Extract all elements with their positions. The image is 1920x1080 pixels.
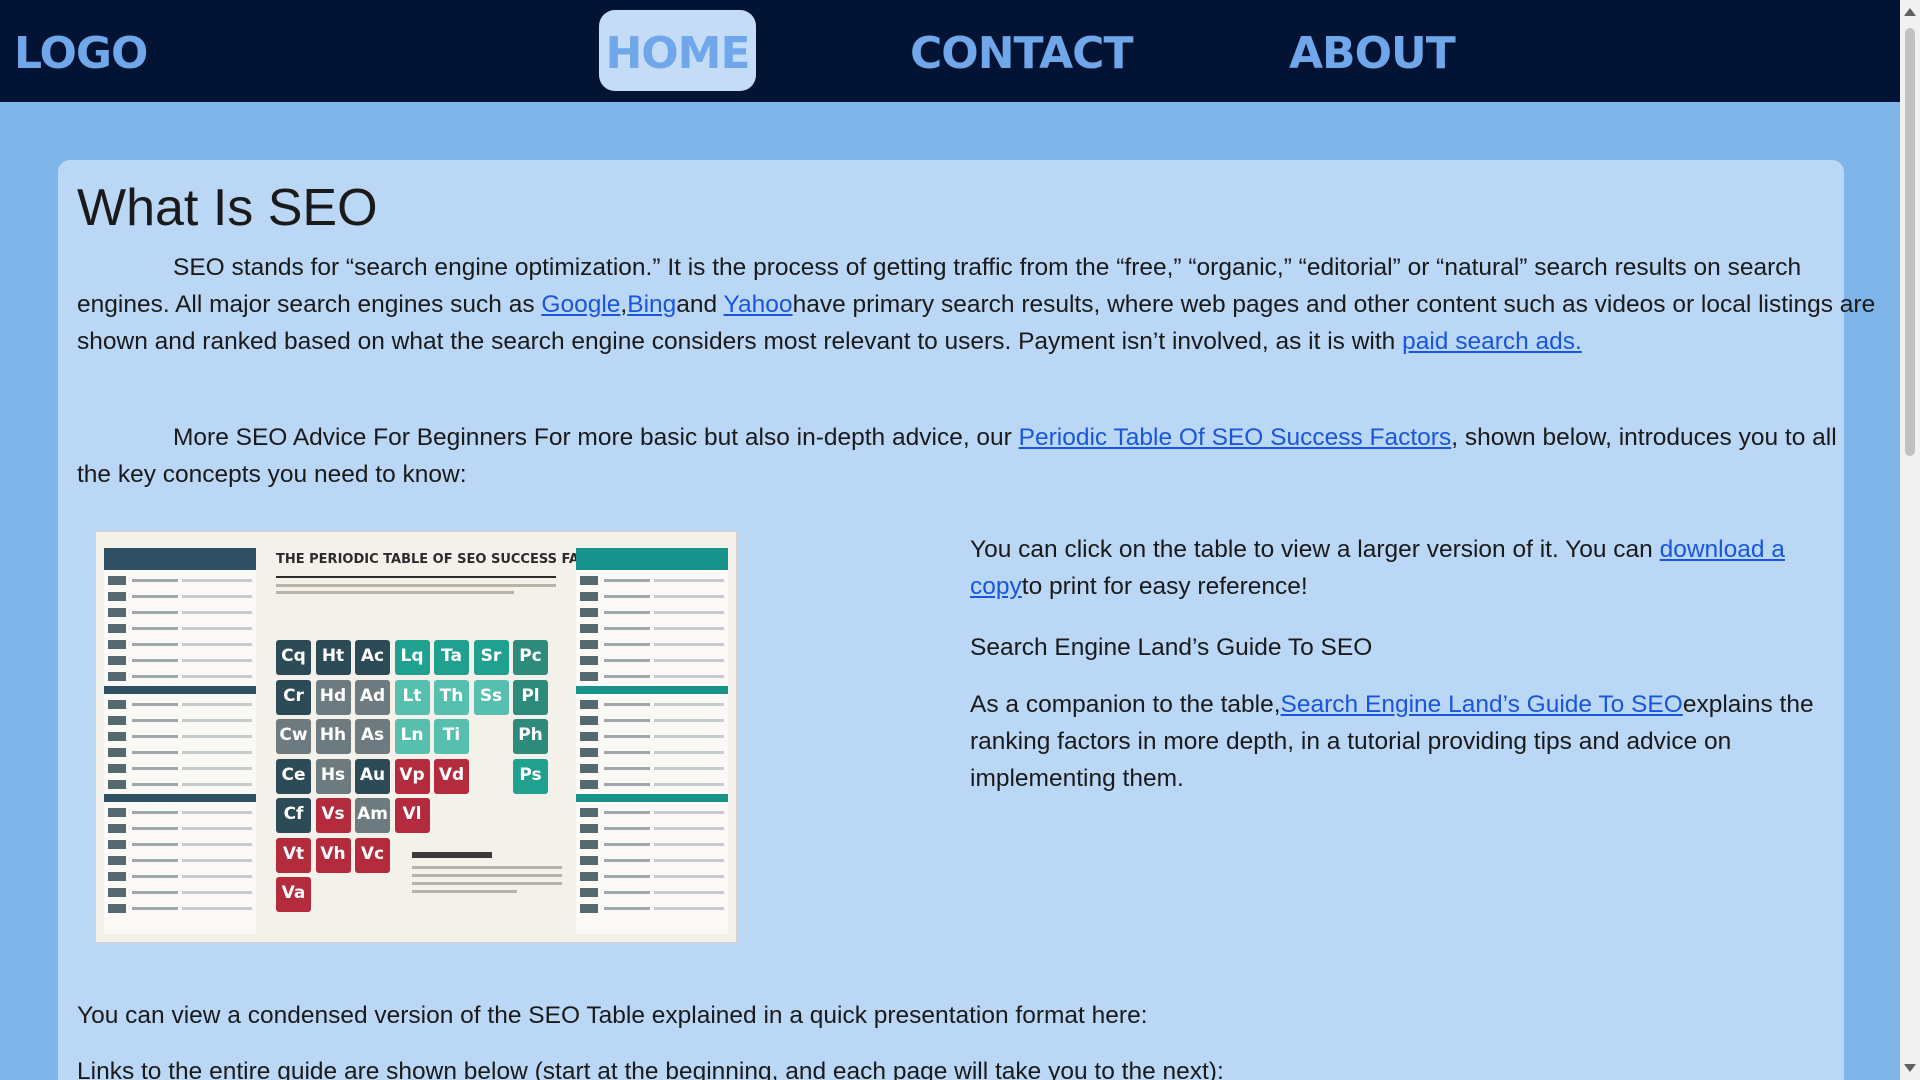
intro-and: and (676, 291, 724, 318)
yahoo-link[interactable]: Yahoo (724, 291, 793, 318)
content-card: What Is SEO SEO stands for “search engin… (58, 160, 1875, 1080)
element-tile: Vl (394, 798, 430, 833)
guide-description: As a companion to the table,Search Engin… (970, 686, 1820, 797)
element-tile: Ti (434, 719, 469, 754)
element-tile: Lq (394, 640, 430, 675)
table-click-info: You can click on the table to view a lar… (970, 531, 1820, 605)
element-tile: Ad (355, 679, 390, 715)
element-tile: Vh (315, 837, 351, 873)
element-tile: Cq (276, 640, 311, 675)
nav-contact-link[interactable]: CONTACT (910, 0, 1133, 102)
table-click-text: You can click on the table to view a lar… (970, 536, 1660, 563)
guide-text: As a companion to the table, (970, 691, 1281, 718)
element-tile: Vd (434, 758, 469, 794)
element-tile: As (355, 719, 390, 754)
element-tile: Au (355, 758, 390, 794)
factors-work-together-note (412, 852, 562, 922)
periodic-table-link[interactable]: Periodic Table Of SEO Success Factors (1019, 424, 1452, 451)
page-viewport: LOGO HOME CONTACT ABOUT What Is SEO SEO … (0, 0, 1900, 1080)
nav-about-link[interactable]: ABOUT (1289, 0, 1456, 102)
guide-heading: Search Engine Land’s Guide To SEO (970, 634, 1373, 661)
element-tile: Ss (473, 679, 509, 715)
periodic-table-heading: THE PERIODIC TABLE OF SEO SUCCESS FACTOR… (276, 552, 628, 578)
element-tile: Cw (276, 719, 311, 754)
element-tile: Va (276, 877, 311, 912)
off-page-factors-column (576, 548, 728, 934)
element-tile: Pl (513, 679, 548, 715)
element-tile: Hh (315, 719, 351, 754)
presentation-paragraph: You can view a condensed version of the … (77, 1002, 1148, 1029)
element-tile: Lt (394, 679, 430, 715)
element-tile: Ac (355, 640, 390, 675)
element-tile: Ph (513, 719, 548, 754)
on-page-factors-column (104, 548, 256, 934)
table-click-tail: to print for easy reference! (1021, 573, 1308, 600)
nav-home-button[interactable]: HOME (599, 10, 756, 91)
periodic-table-intro (276, 584, 556, 598)
advice-text-a: More SEO Advice For Beginners For more b… (173, 424, 1019, 451)
element-tile: Vt (276, 837, 311, 873)
element-tile: Th (434, 679, 469, 715)
vertical-scrollbar[interactable] (1900, 0, 1920, 1080)
paid-search-ads-link[interactable]: paid search ads. (1402, 328, 1582, 355)
element-tile: Ln (394, 719, 430, 754)
advice-paragraph: More SEO Advice For Beginners For more b… (77, 419, 1867, 493)
scroll-up-arrow-icon[interactable] (1904, 8, 1916, 16)
top-navbar: LOGO HOME CONTACT ABOUT (0, 0, 1900, 102)
element-tile: Cf (276, 798, 311, 833)
scroll-down-arrow-icon[interactable] (1904, 1064, 1916, 1072)
element-tile: Sr (473, 640, 509, 675)
element-tile: Vs (315, 798, 351, 833)
bing-link[interactable]: Bing (627, 291, 676, 318)
logo-link[interactable]: LOGO (14, 0, 148, 102)
element-tile: Pc (513, 640, 548, 675)
page-title: What Is SEO (77, 179, 378, 237)
element-tile: Hd (315, 679, 351, 715)
guide-links-paragraph: Links to the entire guide are shown belo… (77, 1058, 1224, 1080)
nav-home-label: HOME (605, 28, 750, 79)
element-tile: Hs (315, 758, 351, 794)
intro-paragraph: SEO stands for “search engine optimizati… (77, 249, 1887, 360)
element-tile: Ps (513, 758, 548, 794)
element-tile: Ce (276, 758, 311, 794)
element-tile: Am (355, 798, 390, 833)
seo-guide-link[interactable]: Search Engine Land’s Guide To SEO (1281, 691, 1683, 718)
periodic-table-image[interactable]: THE PERIODIC TABLE OF SEO SUCCESS FACTOR… (96, 532, 736, 942)
element-tile: Vc (355, 837, 390, 873)
element-tile: Ht (315, 640, 351, 675)
element-tile: Vp (394, 758, 430, 794)
scrollbar-thumb[interactable] (1905, 28, 1915, 456)
element-tile: Ta (434, 640, 469, 675)
element-tile: Cr (276, 679, 311, 715)
google-link[interactable]: Google (541, 291, 620, 318)
